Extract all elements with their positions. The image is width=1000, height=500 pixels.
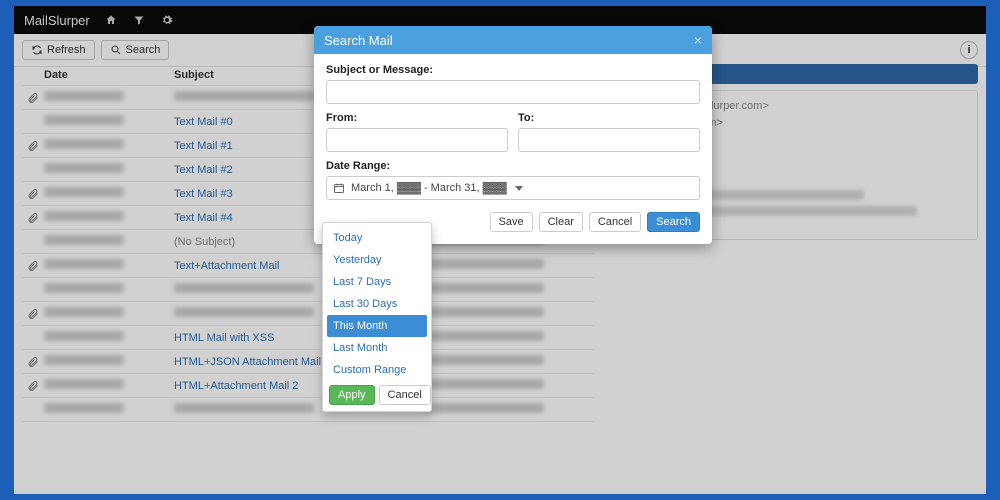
range-option[interactable]: Last Month [327, 337, 427, 359]
row-from [424, 307, 594, 320]
table-row[interactable]: Text+Attachment Mail [22, 254, 594, 278]
save-button[interactable]: Save [490, 212, 533, 232]
row-date [44, 259, 174, 272]
table-row[interactable] [22, 278, 594, 302]
row-from [424, 259, 594, 272]
row-date [44, 139, 174, 152]
row-date [44, 355, 174, 368]
filter-icon[interactable] [132, 13, 146, 27]
row-from [424, 355, 594, 368]
row-date [44, 307, 174, 320]
from-input[interactable] [326, 128, 508, 152]
toolbar-search-button[interactable]: Search [101, 40, 170, 60]
calendar-icon [333, 182, 345, 194]
refresh-label: Refresh [47, 44, 86, 56]
label-to: To: [518, 112, 700, 124]
date-range-picker[interactable]: March 1, ▓▓▓ - March 31, ▓▓▓ [326, 176, 700, 200]
chevron-down-icon [515, 186, 523, 191]
row-date [44, 379, 174, 392]
search-mail-modal: Search Mail × Subject or Message: From: … [314, 26, 712, 244]
label-date-range: Date Range: [326, 160, 700, 172]
row-date [44, 235, 174, 248]
label-subject-or-message: Subject or Message: [326, 64, 700, 76]
refresh-button[interactable]: Refresh [22, 40, 95, 60]
row-from [424, 331, 594, 344]
gear-icon[interactable] [160, 13, 174, 27]
home-icon[interactable] [104, 13, 118, 27]
attachment-icon [22, 188, 44, 200]
attachment-icon [22, 92, 44, 104]
table-row[interactable] [22, 398, 594, 422]
subject-or-message-input[interactable] [326, 80, 700, 104]
cancel-button[interactable]: Cancel [589, 212, 641, 232]
row-date [44, 283, 174, 296]
row-date [44, 211, 174, 224]
attachment-icon [22, 140, 44, 152]
range-apply-button[interactable]: Apply [329, 385, 375, 405]
range-option[interactable]: Today [327, 227, 427, 249]
brand: MailSlurper [24, 13, 90, 28]
attachment-icon [22, 380, 44, 392]
table-row[interactable]: HTML+Attachment Mail 2 [22, 374, 594, 398]
row-date [44, 187, 174, 200]
row-date [44, 403, 174, 416]
attachment-icon [22, 356, 44, 368]
close-icon[interactable]: × [694, 32, 702, 48]
attachment-icon [22, 212, 44, 224]
table-row[interactable]: HTML Mail with XSS [22, 326, 594, 350]
range-option[interactable]: This Month [327, 315, 427, 337]
range-option[interactable]: Last 30 Days [327, 293, 427, 315]
info-icon[interactable]: i [960, 41, 978, 59]
row-from [424, 403, 594, 416]
search-button[interactable]: Search [647, 212, 700, 232]
row-from [424, 283, 594, 296]
range-cancel-button[interactable]: Cancel [379, 385, 431, 405]
range-option[interactable]: Yesterday [327, 249, 427, 271]
table-row[interactable] [22, 302, 594, 326]
to-input[interactable] [518, 128, 700, 152]
label-from: From: [326, 112, 508, 124]
attachment-icon [22, 308, 44, 320]
row-date [44, 331, 174, 344]
modal-title: Search Mail [324, 33, 393, 48]
date-range-dropdown: TodayYesterdayLast 7 DaysLast 30 DaysThi… [322, 222, 432, 412]
clear-button[interactable]: Clear [539, 212, 583, 232]
row-from [424, 379, 594, 392]
col-date: Date [44, 69, 174, 81]
row-date [44, 115, 174, 128]
modal-header: Search Mail × [314, 26, 712, 54]
date-range-value: March 1, ▓▓▓ - March 31, ▓▓▓ [351, 182, 507, 194]
row-date [44, 91, 174, 104]
range-option[interactable]: Custom Range [327, 359, 427, 381]
search-label: Search [126, 44, 161, 56]
row-date [44, 163, 174, 176]
attachment-icon [22, 260, 44, 272]
table-row[interactable]: HTML+JSON Attachment Mail [22, 350, 594, 374]
range-option[interactable]: Last 7 Days [327, 271, 427, 293]
